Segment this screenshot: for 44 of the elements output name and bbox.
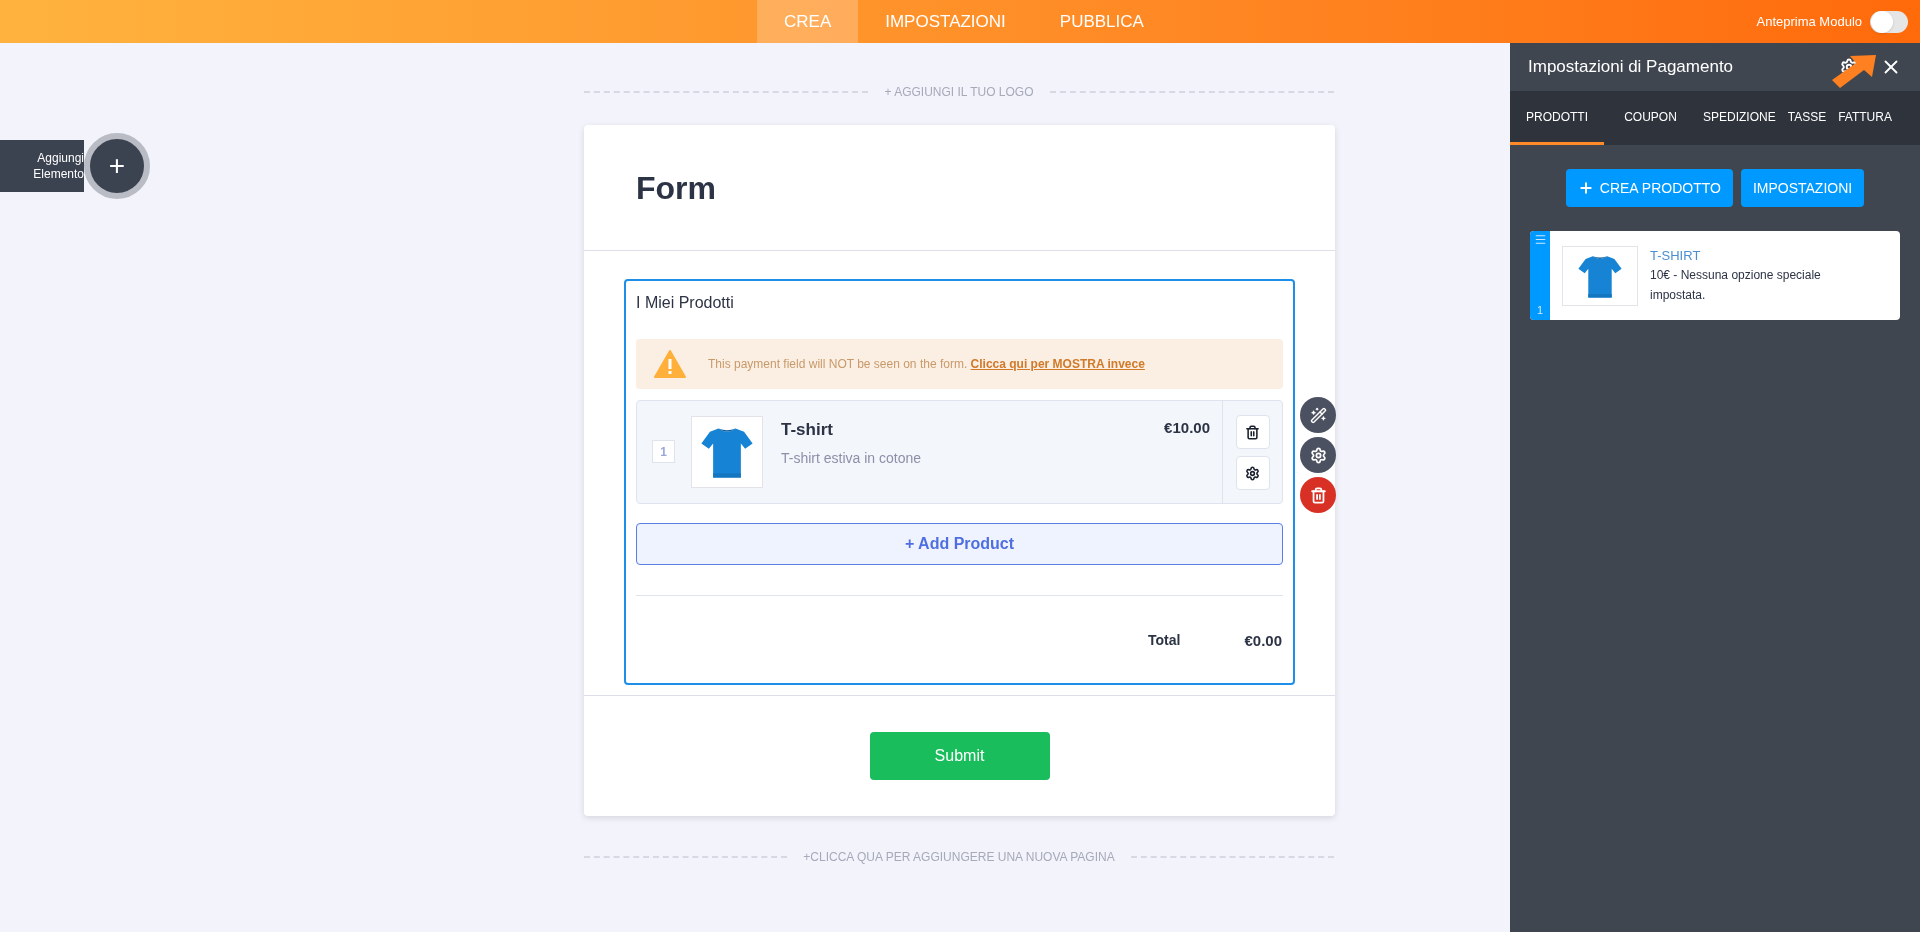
submit-button[interactable]: Submit <box>869 731 1050 780</box>
field-label: I Miei Prodotti <box>636 293 735 313</box>
panel-tab[interactable]: FATTURA <box>1832 91 1898 145</box>
panel-tab[interactable]: SPEDIZIONE <box>1697 91 1782 145</box>
settings-icon <box>1309 446 1327 464</box>
add-product-button[interactable]: + Add Product <box>636 523 1283 565</box>
show-link[interactable]: Clicca qui per MOSTRA invece <box>970 357 1145 371</box>
panel-button[interactable]: CREA PRODOTTO <box>1565 169 1733 207</box>
panel-button[interactable]: IMPOSTAZIONI <box>1740 169 1865 207</box>
panel-tab[interactable]: COUPON <box>1604 91 1697 145</box>
panel-tab[interactable]: TASSE <box>1781 91 1833 145</box>
product-field[interactable]: I Miei Prodotti This payment field will NOT be seen on the form. Clicca qui per MOSTRA invece 1 T-shirt €10.00 T-shirt estiva in cotone + Add Product Total €0.00 <box>624 279 1295 685</box>
product-index: 1 <box>652 440 675 463</box>
product-index: 1 <box>1536 302 1544 318</box>
drag-handle-icon[interactable] <box>1533 233 1547 246</box>
settings-button[interactable] <box>1300 437 1336 473</box>
panel-tab[interactable]: PRODOTTI <box>1510 91 1604 145</box>
product-name: T-SHIRT <box>1650 246 1702 265</box>
warning-text: This payment field will NOT be seen on the form. Clicca qui per MOSTRA invece <box>708 356 1145 373</box>
total-value: €0.00 <box>1244 631 1282 651</box>
form-title: Form <box>636 168 716 208</box>
panel-title: Impostazioni di Pagamento <box>1528 56 1735 79</box>
wand-icon <box>1309 406 1327 424</box>
nav-tab[interactable]: IMPOSTAZIONI <box>858 0 1033 43</box>
settings-icon <box>1245 465 1260 481</box>
hint-link[interactable]: +CLICCA QUA PER AGGIUNGERE UNA NUOVA PAGINA <box>803 847 1115 866</box>
settings-button[interactable] <box>1235 456 1270 490</box>
hint-link[interactable]: + AGGIUNGI IL TUO LOGO <box>884 83 1034 101</box>
add-element-button[interactable]: + <box>84 133 150 199</box>
plus-icon <box>1577 180 1594 196</box>
delete-icon <box>1245 424 1260 440</box>
toggle-switch[interactable] <box>1870 10 1908 33</box>
total-label: Total <box>1148 631 1181 650</box>
product-name: T-shirt <box>781 419 833 441</box>
delete-icon <box>1309 486 1327 504</box>
warning-icon <box>654 350 686 378</box>
nav-tab[interactable]: PUBBLICA <box>1032 0 1171 43</box>
product-description: T-shirt estiva in cotone <box>781 448 923 468</box>
product-price: €10.00 <box>1164 418 1210 438</box>
product-details: 10€ - Nessuna opzione speciale impostata. <box>1650 267 1822 305</box>
wand-button[interactable] <box>1300 397 1336 433</box>
add-element-label[interactable]: Aggiungi Elemento <box>0 140 84 192</box>
delete-button[interactable] <box>1235 415 1270 449</box>
toggle-label: Anteprima Modulo <box>1756 12 1862 31</box>
